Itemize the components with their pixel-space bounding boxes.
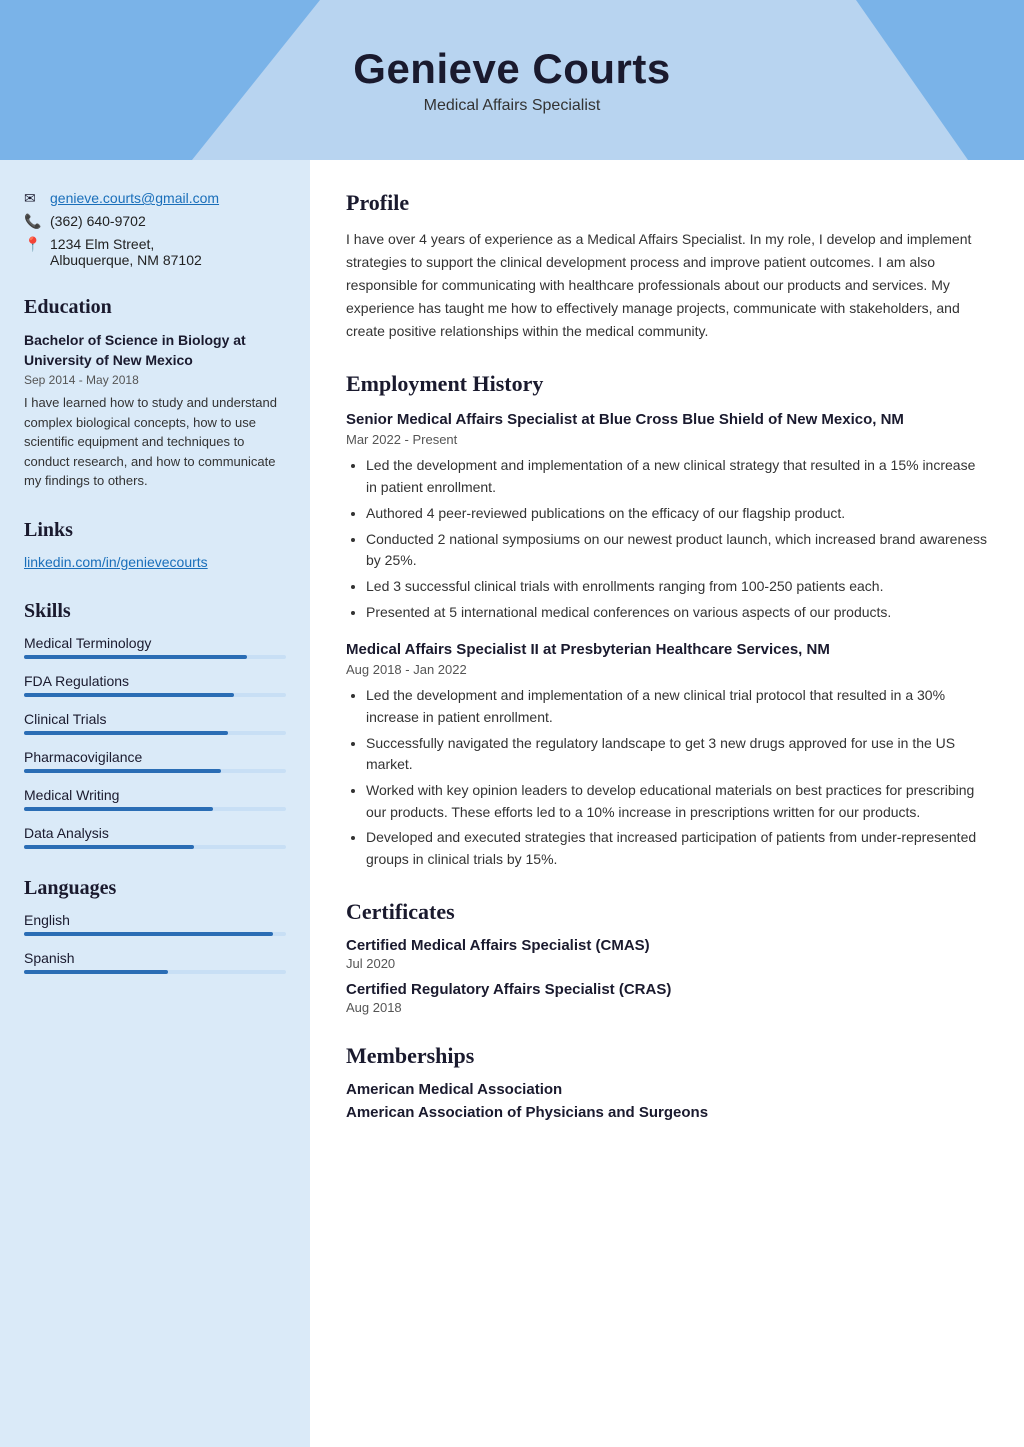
cert-name: Certified Regulatory Affairs Specialist … — [346, 981, 988, 998]
lang-bar-fill — [24, 970, 168, 974]
skill-name: Data Analysis — [24, 825, 286, 841]
address-block: 1234 Elm Street, Albuquerque, NM 87102 — [50, 236, 202, 268]
membership-name: American Association of Physicians and S… — [346, 1104, 988, 1121]
education-section: Education Bachelor of Science in Biology… — [24, 296, 286, 491]
skill-name: Medical Writing — [24, 787, 286, 803]
job-bullet: Authored 4 peer-reviewed publications on… — [366, 503, 988, 525]
education-title: Education — [24, 296, 286, 319]
lang-bar-bg — [24, 970, 286, 974]
languages-title: Languages — [24, 877, 286, 900]
skill-bar-fill — [24, 731, 228, 735]
skill-name: FDA Regulations — [24, 673, 286, 689]
main-content: Profile I have over 4 years of experienc… — [310, 160, 1024, 1447]
skill-bar-fill — [24, 693, 234, 697]
candidate-title: Medical Affairs Specialist — [424, 97, 601, 115]
job-bullet: Conducted 2 national symposiums on our n… — [366, 529, 988, 572]
contact-section: ✉ genieve.courts@gmail.com 📞 (362) 640-9… — [24, 190, 286, 268]
skill-item: Medical Writing — [24, 787, 286, 811]
certificates-title: Certificates — [346, 899, 988, 925]
links-title: Links — [24, 519, 286, 542]
job-bullet: Presented at 5 international medical con… — [366, 602, 988, 624]
links-section: Links linkedin.com/in/genievecourts — [24, 519, 286, 572]
skill-name: Medical Terminology — [24, 635, 286, 651]
profile-section: Profile I have over 4 years of experienc… — [346, 190, 988, 343]
lang-bar-bg — [24, 932, 286, 936]
phone-icon: 📞 — [24, 213, 42, 230]
lang-bar-fill — [24, 932, 273, 936]
location-icon: 📍 — [24, 236, 42, 253]
job-date: Mar 2022 - Present — [346, 432, 988, 447]
contact-address-row: 📍 1234 Elm Street, Albuquerque, NM 87102 — [24, 236, 286, 268]
skill-item: Clinical Trials — [24, 711, 286, 735]
skill-bar-bg — [24, 655, 286, 659]
cert-name: Certified Medical Affairs Specialist (CM… — [346, 937, 988, 954]
languages-section: Languages English Spanish — [24, 877, 286, 974]
job-date: Aug 2018 - Jan 2022 — [346, 662, 988, 677]
memberships-title: Memberships — [346, 1043, 988, 1069]
skills-section: Skills Medical Terminology FDA Regulatio… — [24, 600, 286, 849]
lang-name: English — [24, 912, 286, 928]
employment-title: Employment History — [346, 371, 988, 397]
membership-name: American Medical Association — [346, 1081, 988, 1098]
header-background: Genieve Courts Medical Affairs Specialis… — [0, 0, 1024, 160]
cert-date: Aug 2018 — [346, 1000, 988, 1015]
edu-description: I have learned how to study and understa… — [24, 393, 286, 491]
skill-bar-fill — [24, 807, 213, 811]
cert-date: Jul 2020 — [346, 956, 988, 971]
job-bullet: Worked with key opinion leaders to devel… — [366, 780, 988, 823]
job-bullet: Led the development and implementation o… — [366, 685, 988, 728]
skill-item: Data Analysis — [24, 825, 286, 849]
contact-email-row: ✉ genieve.courts@gmail.com — [24, 190, 286, 207]
skill-bar-bg — [24, 845, 286, 849]
job-bullets: Led the development and implementation o… — [346, 455, 988, 623]
language-item: English — [24, 912, 286, 936]
lang-name: Spanish — [24, 950, 286, 966]
job-bullet: Successfully navigated the regulatory la… — [366, 733, 988, 776]
edu-date: Sep 2014 - May 2018 — [24, 373, 286, 387]
edu-degree: Bachelor of Science in Biology at Univer… — [24, 331, 286, 370]
job-entry: Medical Affairs Specialist II at Presbyt… — [346, 639, 988, 871]
phone-text: (362) 640-9702 — [50, 213, 146, 229]
skills-title: Skills — [24, 600, 286, 623]
job-bullet: Led the development and implementation o… — [366, 455, 988, 498]
email-link[interactable]: genieve.courts@gmail.com — [50, 190, 219, 206]
header-content: Genieve Courts Medical Affairs Specialis… — [0, 0, 1024, 160]
certificates-section: Certificates Certified Medical Affairs S… — [346, 899, 988, 1015]
profile-title: Profile — [346, 190, 988, 216]
memberships-section: Memberships American Medical Association… — [346, 1043, 988, 1121]
address-line1: 1234 Elm Street, — [50, 236, 202, 252]
job-bullet: Led 3 successful clinical trials with en… — [366, 576, 988, 598]
job-entry: Senior Medical Affairs Specialist at Blu… — [346, 409, 988, 623]
skill-name: Pharmacovigilance — [24, 749, 286, 765]
skill-bar-fill — [24, 769, 221, 773]
job-title: Medical Affairs Specialist II at Presbyt… — [346, 639, 988, 660]
candidate-name: Genieve Courts — [353, 45, 670, 93]
language-item: Spanish — [24, 950, 286, 974]
job-bullet: Developed and executed strategies that i… — [366, 827, 988, 870]
skill-name: Clinical Trials — [24, 711, 286, 727]
job-title: Senior Medical Affairs Specialist at Blu… — [346, 409, 988, 430]
address-line2: Albuquerque, NM 87102 — [50, 252, 202, 268]
profile-text: I have over 4 years of experience as a M… — [346, 228, 988, 343]
skill-bar-bg — [24, 731, 286, 735]
skill-item: Medical Terminology — [24, 635, 286, 659]
skill-bar-bg — [24, 807, 286, 811]
skill-item: Pharmacovigilance — [24, 749, 286, 773]
sidebar: ✉ genieve.courts@gmail.com 📞 (362) 640-9… — [0, 160, 310, 1447]
employment-section: Employment History Senior Medical Affair… — [346, 371, 988, 870]
email-icon: ✉ — [24, 190, 42, 207]
skill-bar-bg — [24, 693, 286, 697]
linkedin-link[interactable]: linkedin.com/in/genievecourts — [24, 554, 208, 570]
skill-item: FDA Regulations — [24, 673, 286, 697]
contact-phone-row: 📞 (362) 640-9702 — [24, 213, 286, 230]
skill-bar-fill — [24, 655, 247, 659]
skill-bar-fill — [24, 845, 194, 849]
skill-bar-bg — [24, 769, 286, 773]
main-layout: ✉ genieve.courts@gmail.com 📞 (362) 640-9… — [0, 160, 1024, 1447]
job-bullets: Led the development and implementation o… — [346, 685, 988, 871]
